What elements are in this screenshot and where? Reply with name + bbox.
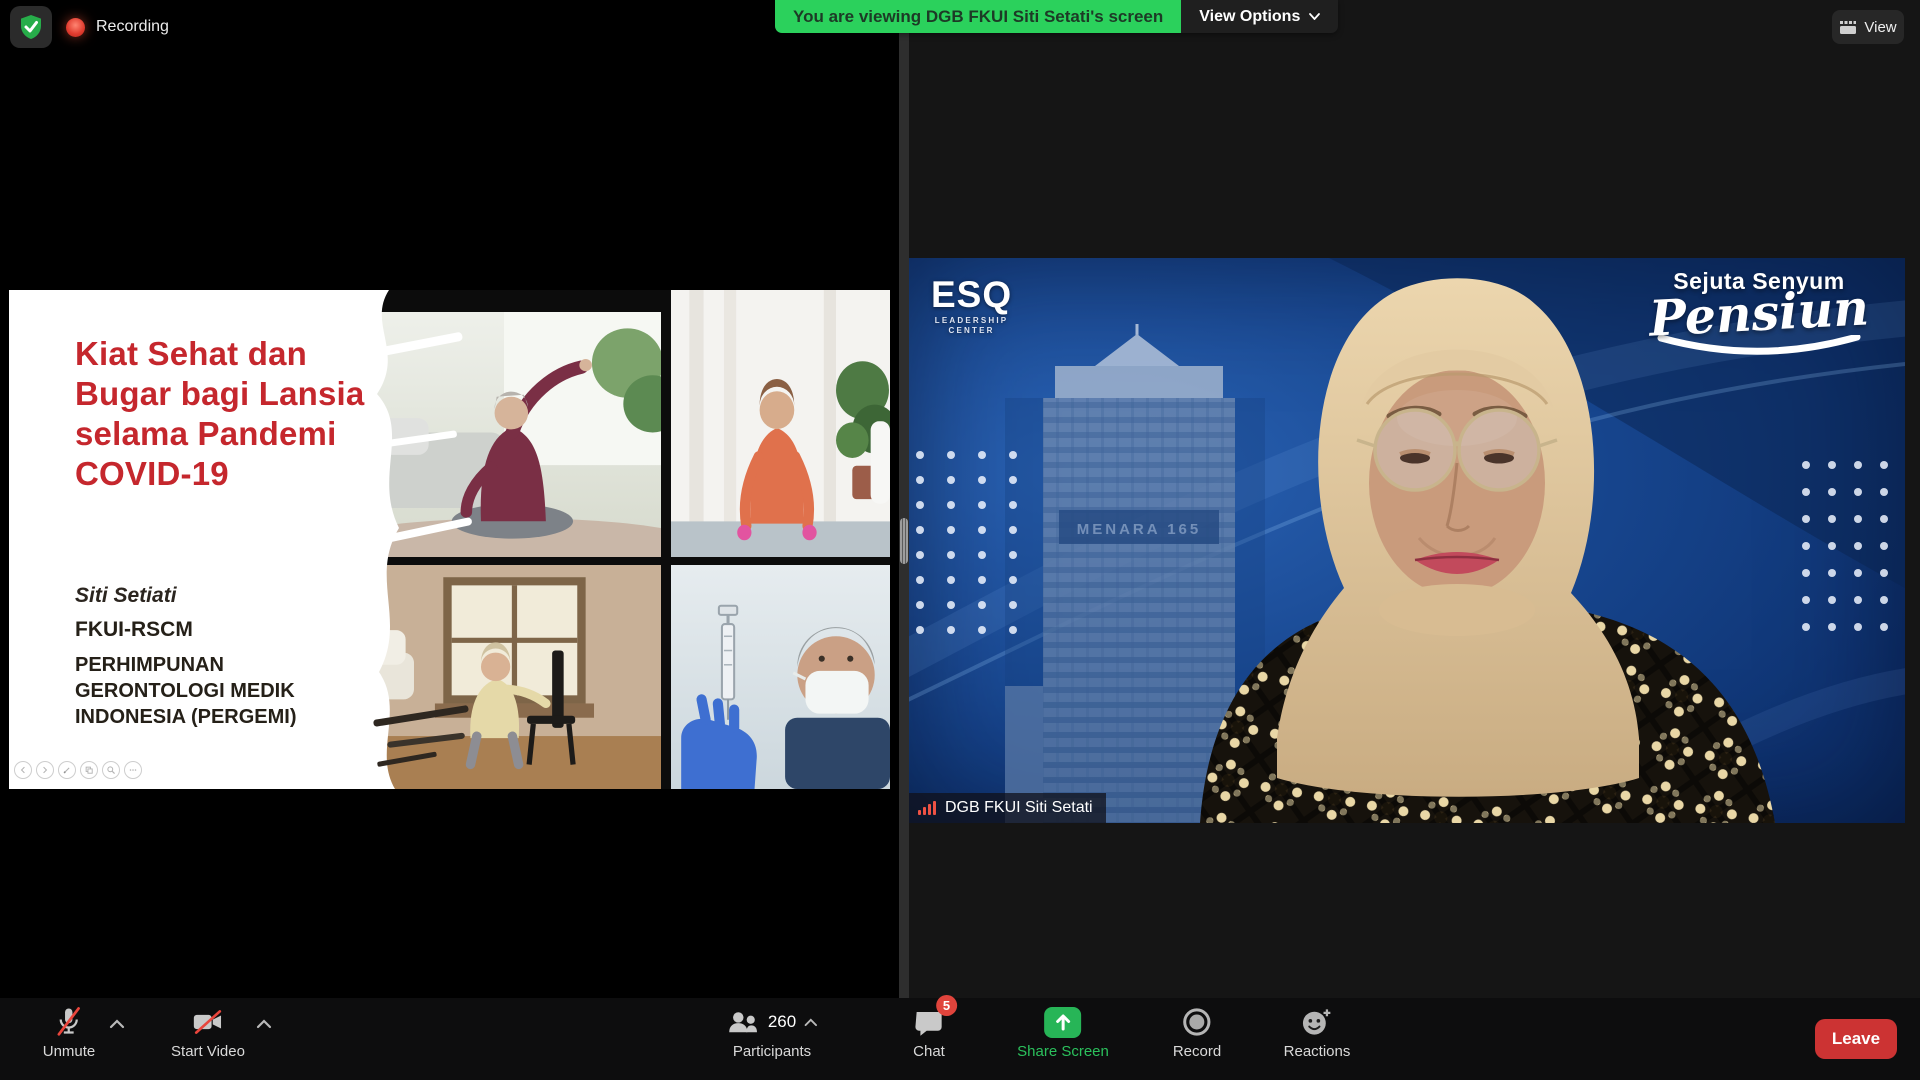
camera-off-icon	[191, 1009, 225, 1035]
slide-affiliation: FKUI-RSCM	[75, 618, 193, 642]
slide-more-button[interactable]	[124, 761, 142, 779]
presentation-controls	[14, 761, 142, 779]
record-label: Record	[1173, 1043, 1221, 1060]
view-button-label: View	[1864, 19, 1896, 36]
slide-author: Siti Setiati	[75, 584, 177, 608]
pane-divider	[899, 0, 909, 998]
slide-pen-button[interactable]	[58, 761, 76, 779]
speaker-video: MENARA 165	[909, 258, 1905, 823]
meeting-toolbar: Unmute Start Video	[0, 998, 1920, 1080]
reactions-smiley-icon	[1301, 1007, 1333, 1037]
slide-next-button[interactable]	[36, 761, 54, 779]
photo-vaccination	[671, 565, 890, 789]
leave-label: Leave	[1832, 1029, 1880, 1049]
view-options-button[interactable]: View Options	[1181, 0, 1338, 33]
reactions-label: Reactions	[1284, 1043, 1351, 1060]
recording-indicator: Recording	[66, 18, 169, 37]
recording-label: Recording	[96, 18, 169, 36]
slide-photo-grid	[347, 290, 890, 789]
video-options-caret[interactable]	[256, 1016, 272, 1034]
participant-name-tag: DGB FKUI Siti Setati	[909, 793, 1106, 823]
share-screen-button[interactable]: Share Screen	[1017, 1002, 1109, 1060]
audio-options-caret[interactable]	[109, 1016, 125, 1034]
record-button[interactable]: Record	[1173, 1002, 1221, 1060]
participants-label: Participants	[733, 1043, 811, 1060]
view-options-label: View Options	[1199, 8, 1300, 26]
esq-logo-title: ESQ	[931, 276, 1012, 313]
pensiun-logo: Sejuta Senyum Pensiun	[1639, 268, 1879, 364]
view-button[interactable]: View	[1832, 10, 1904, 44]
gallery-view-icon	[1839, 20, 1857, 35]
participants-button[interactable]: 260 Participants	[726, 1002, 818, 1060]
top-left-status: Recording	[10, 6, 169, 48]
leave-button[interactable]: Leave	[1815, 1019, 1897, 1059]
security-shield-icon	[19, 14, 43, 40]
start-video-label: Start Video	[171, 1043, 245, 1060]
chat-label: Chat	[913, 1043, 945, 1060]
share-screen-icon	[1044, 1007, 1081, 1038]
reactions-button[interactable]: Reactions	[1284, 1002, 1351, 1060]
banner-message: You are viewing DGB FKUI Siti Setati's s…	[775, 0, 1181, 33]
unmute-button[interactable]: Unmute	[43, 1002, 96, 1060]
slide-prev-button[interactable]	[14, 761, 32, 779]
chat-button[interactable]: 5 Chat	[913, 1002, 945, 1060]
chat-unread-badge: 5	[936, 995, 957, 1016]
presentation-slide: Kiat Sehat dan Bugar bagi Lansia selama …	[9, 290, 890, 789]
meeting-info-button[interactable]	[10, 6, 52, 48]
participants-caret-icon[interactable]	[804, 1018, 818, 1027]
zoom-meeting-window: Recording You are viewing DGB FKUI Siti …	[0, 0, 1920, 1080]
divider-drag-handle[interactable]	[900, 518, 908, 564]
photo-chair-exercise	[347, 565, 661, 789]
participants-icon	[726, 1009, 760, 1035]
record-icon	[1182, 1007, 1212, 1037]
slide-organization: PERHIMPUNAN GERONTOLOGI MEDIK INDONESIA …	[75, 652, 297, 730]
chevron-down-icon	[1309, 13, 1320, 20]
pensiun-logo-line2: Pensiun	[1638, 285, 1880, 342]
unmute-label: Unmute	[43, 1043, 96, 1060]
microphone-muted-icon	[54, 1006, 84, 1038]
signal-strength-icon	[918, 801, 936, 815]
slide-copy-button[interactable]	[80, 761, 98, 779]
photo-women-dumbbells	[671, 290, 890, 557]
esq-logo-subtitle: LEADERSHIP CENTER	[931, 316, 1012, 336]
slide-zoom-button[interactable]	[102, 761, 120, 779]
screen-share-banner: You are viewing DGB FKUI Siti Setati's s…	[775, 0, 1338, 33]
esq-logo: ESQ LEADERSHIP CENTER	[931, 276, 1012, 336]
start-video-button[interactable]: Start Video	[171, 1002, 245, 1060]
recording-dot-icon	[66, 18, 85, 37]
share-screen-label: Share Screen	[1017, 1043, 1109, 1060]
slide-title: Kiat Sehat dan Bugar bagi Lansia selama …	[75, 334, 415, 494]
participant-name: DGB FKUI Siti Setati	[945, 799, 1093, 817]
participants-count: 260	[768, 1012, 796, 1032]
